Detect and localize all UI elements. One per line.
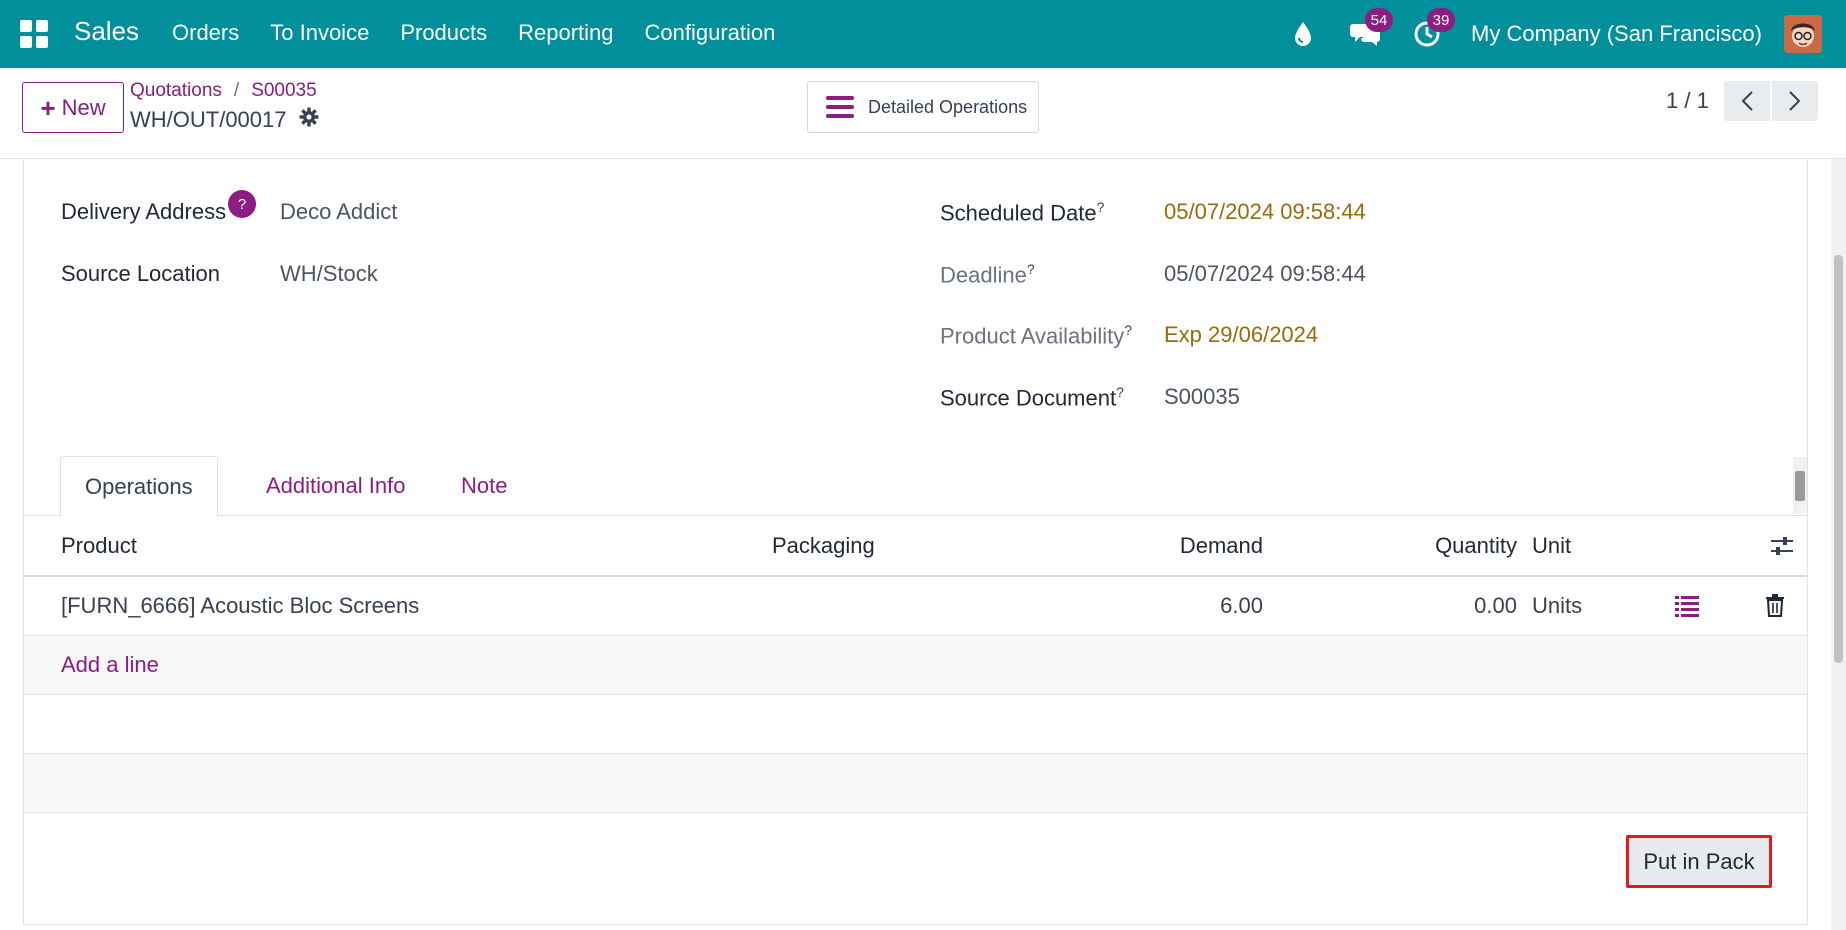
row-product[interactable]: [FURN_6666] Acoustic Bloc Screens	[61, 593, 419, 619]
put-in-pack-button[interactable]: Put in Pack	[1626, 835, 1772, 888]
main-menu: Orders To Invoice Products Reporting Con…	[172, 20, 775, 46]
column-unit[interactable]: Unit	[1532, 533, 1571, 559]
deadline-value: 05/07/2024 09:58:44	[1164, 261, 1366, 286]
top-navbar: Sales Orders To Invoice Products Reporti…	[0, 0, 1846, 68]
source-location-value[interactable]: WH/Stock	[280, 261, 378, 287]
breadcrumb: Quotations / S00035	[130, 80, 317, 102]
source-location-label: Source Location	[61, 261, 220, 286]
help-mark[interactable]: ?	[1097, 199, 1105, 215]
scheduled-date-value[interactable]: 05/07/2024 09:58:44	[1164, 199, 1366, 225]
empty-row	[24, 754, 1807, 813]
menu-lines-icon	[826, 96, 854, 118]
scroll-thumb[interactable]	[1795, 471, 1805, 501]
product-availability-label: Product Availability?	[940, 322, 1133, 349]
add-line-link[interactable]: Add a line	[61, 652, 159, 678]
menu-to-invoice[interactable]: To Invoice	[270, 20, 369, 46]
company-switcher[interactable]: My Company (San Francisco)	[1471, 21, 1762, 47]
delivery-address-value[interactable]: Deco Addict	[280, 199, 397, 225]
column-product[interactable]: Product	[61, 533, 137, 559]
tab-additional-info[interactable]: Additional Info	[242, 456, 429, 516]
pager-next-button[interactable]	[1772, 81, 1818, 121]
column-quantity[interactable]: Quantity	[1435, 533, 1517, 559]
detailed-operations-label: Detailed Operations	[868, 96, 1028, 117]
row-unit[interactable]: Units	[1532, 593, 1582, 619]
activities-badge: 39	[1427, 8, 1456, 32]
trash-icon[interactable]	[1765, 594, 1785, 622]
breadcrumb-quotations[interactable]: Quotations	[130, 80, 222, 101]
breadcrumb-separator: /	[233, 80, 240, 101]
optional-columns-icon[interactable]	[1770, 535, 1794, 562]
details-list-icon[interactable]	[1675, 595, 1699, 622]
menu-reporting[interactable]: Reporting	[518, 20, 613, 46]
plus-icon: +	[40, 92, 56, 123]
row-demand[interactable]: 6.00	[1220, 593, 1263, 619]
gear-icon[interactable]	[299, 107, 319, 133]
help-mark[interactable]: ?	[1116, 384, 1124, 400]
new-button[interactable]: + New	[22, 82, 124, 133]
menu-products[interactable]: Products	[400, 20, 487, 46]
notebook-tabs: Operations Additional Info Note	[24, 456, 1807, 517]
clock-icon[interactable]: 39	[1409, 8, 1456, 52]
detailed-operations-button[interactable]: Detailed Operations	[807, 81, 1039, 133]
droplet-icon[interactable]	[1285, 16, 1321, 52]
new-button-label: New	[61, 94, 106, 120]
empty-row	[24, 695, 1807, 754]
tabs-scrollbar[interactable]	[1793, 457, 1807, 514]
apps-grid-icon[interactable]	[20, 20, 48, 48]
delivery-address-label: Delivery Address	[61, 199, 227, 224]
column-packaging[interactable]: Packaging	[772, 533, 875, 559]
add-line-row: Add a line	[24, 636, 1807, 695]
menu-configuration[interactable]: Configuration	[645, 20, 776, 46]
messages-badge: 54	[1365, 8, 1394, 32]
product-availability-value: Exp 29/06/2024	[1164, 322, 1319, 347]
row-quantity[interactable]: 0.00	[1474, 593, 1517, 619]
app-brand[interactable]: Sales	[74, 16, 139, 47]
tab-operations[interactable]: Operations	[60, 456, 218, 517]
chevron-left-icon	[1741, 91, 1753, 111]
tab-note[interactable]: Note	[437, 456, 531, 516]
table-row[interactable]: [FURN_6666] Acoustic Bloc Screens 6.00 0…	[24, 577, 1807, 636]
help-mark[interactable]: ?	[1027, 261, 1035, 277]
deadline-label: Deadline?	[940, 261, 1035, 288]
source-document-value[interactable]: S00035	[1164, 384, 1240, 410]
help-mark[interactable]: ?	[1124, 322, 1132, 338]
pager-previous-button[interactable]	[1724, 81, 1770, 121]
page-scroll-thumb[interactable]	[1834, 255, 1843, 663]
chevron-right-icon	[1789, 91, 1801, 111]
table-header: Product Packaging Demand Quantity Unit	[24, 516, 1807, 577]
source-document-label: Source Document?	[940, 384, 1124, 411]
control-panel: + New Quotations / S00035 WH/OUT/00017 Det…	[0, 68, 1846, 159]
pager-value[interactable]: 1 / 1	[1666, 88, 1709, 114]
help-icon[interactable]: ?	[228, 190, 256, 218]
form-sheet: Delivery Address ? Deco Addict Source Lo…	[23, 159, 1808, 925]
record-title: WH/OUT/00017	[130, 107, 319, 133]
chat-icon[interactable]: 54	[1347, 8, 1394, 52]
breadcrumb-order[interactable]: S00035	[251, 80, 317, 101]
menu-orders[interactable]: Orders	[172, 20, 239, 46]
record-name: WH/OUT/00017	[130, 107, 287, 132]
systray: 54 39 My Company (San Francisco)	[1285, 0, 1822, 68]
column-demand[interactable]: Demand	[1180, 533, 1263, 559]
scheduled-date-label: Scheduled Date?	[940, 199, 1105, 226]
page-scrollbar[interactable]	[1831, 159, 1846, 930]
avatar[interactable]	[1784, 15, 1822, 53]
